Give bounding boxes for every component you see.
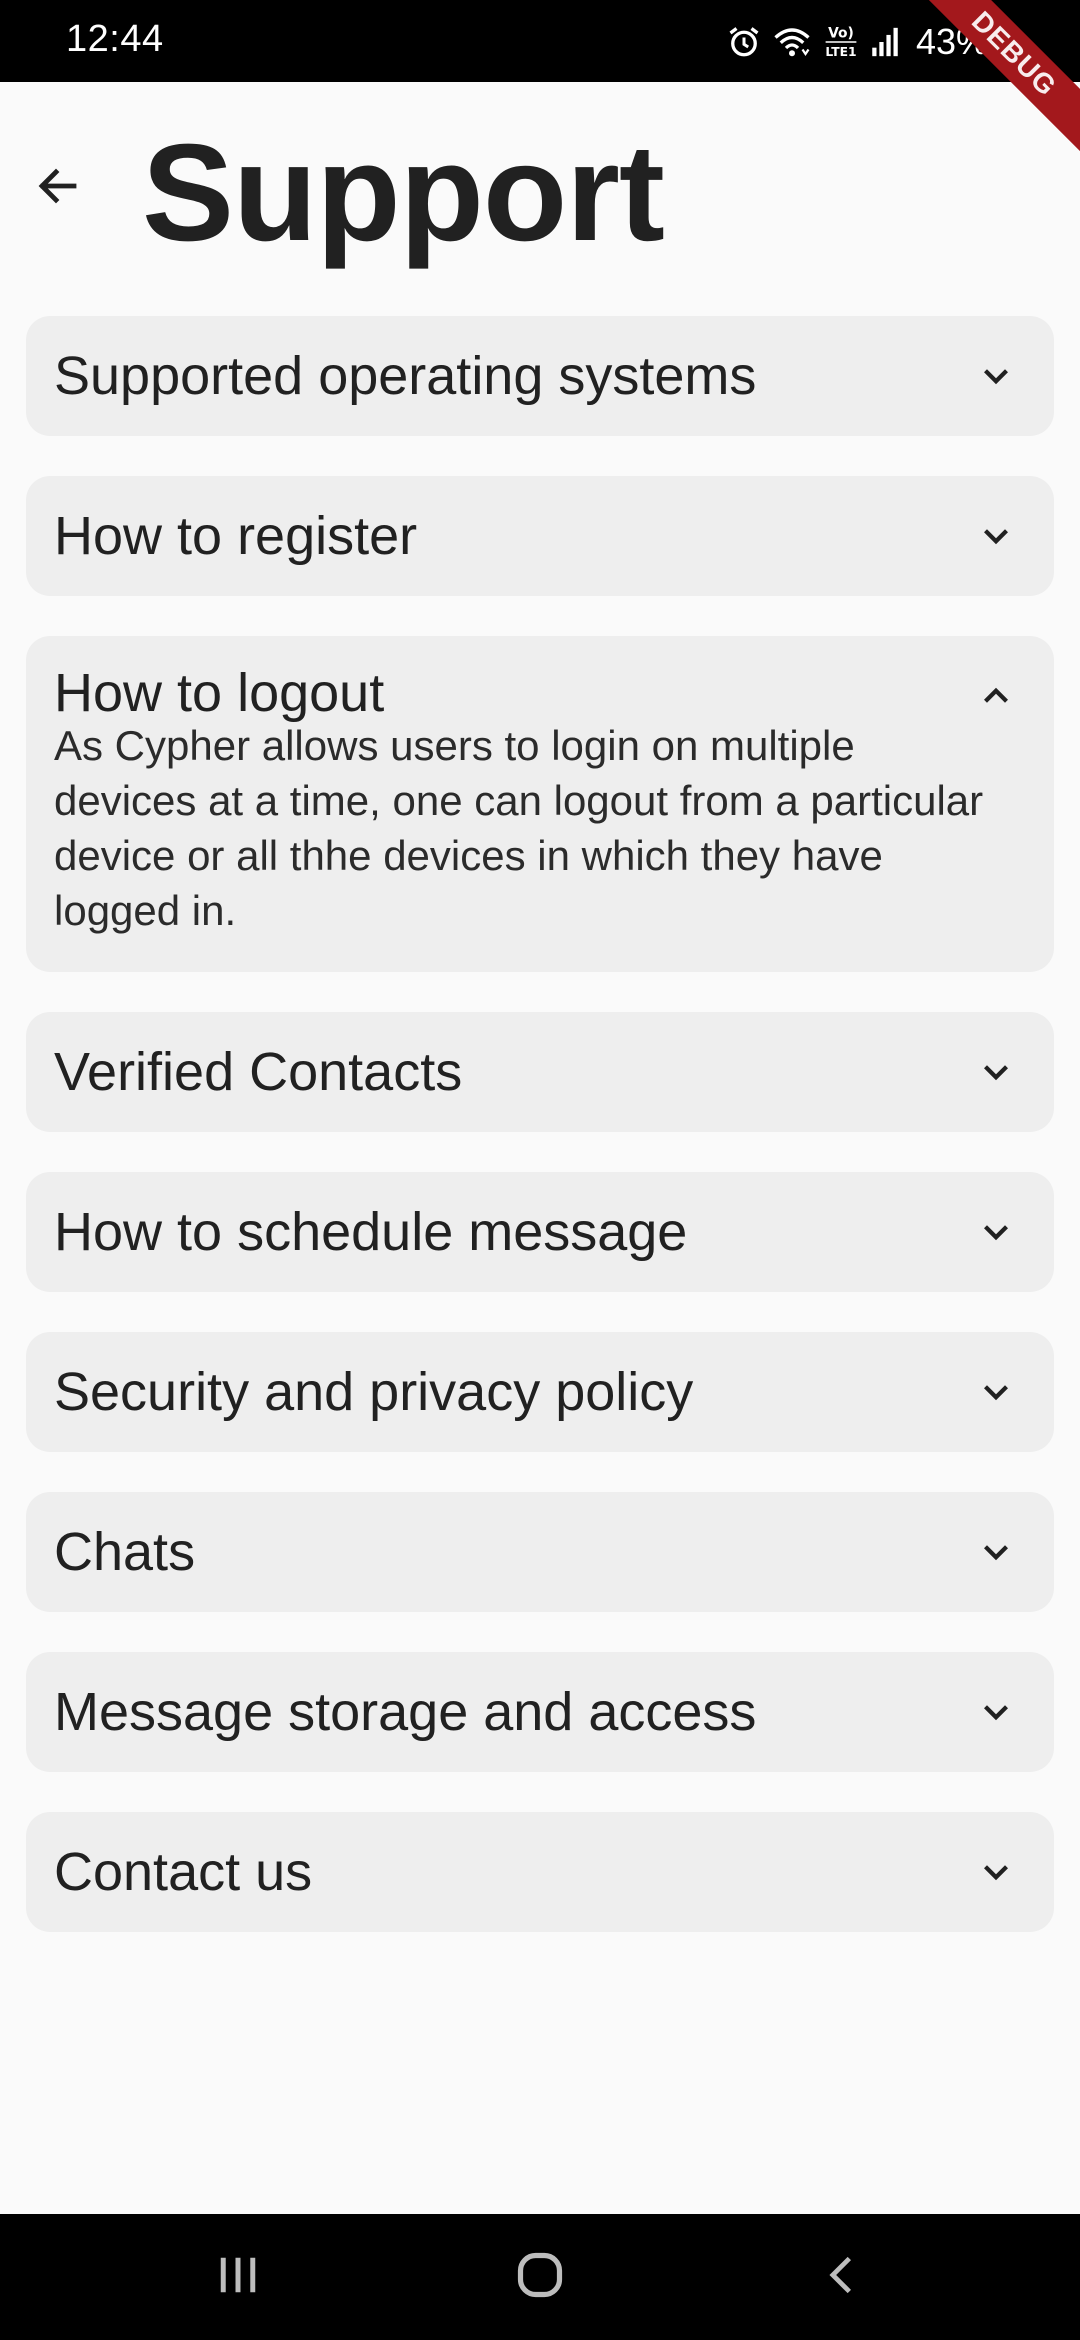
chevron-down-icon xyxy=(976,516,1016,556)
chevron-down-icon xyxy=(976,356,1016,396)
chevron-down-icon xyxy=(976,1052,1016,1092)
signal-icon xyxy=(870,25,900,59)
faq-header: Chats xyxy=(26,1492,1054,1612)
chevron-down-icon xyxy=(976,1212,1016,1252)
faq-header: How to schedule message xyxy=(26,1172,1054,1292)
faq-list: Supported operating systems How to regis… xyxy=(26,316,1054,1972)
home-icon xyxy=(514,2249,566,2306)
alarm-icon xyxy=(726,24,762,60)
faq-header: Verified Contacts xyxy=(26,1012,1054,1132)
recent-apps-button[interactable] xyxy=(198,2242,278,2312)
faq-item-contact-us[interactable]: Contact us xyxy=(26,1812,1054,1932)
chevron-down-icon xyxy=(976,1372,1016,1412)
faq-header: Contact us xyxy=(26,1812,1054,1932)
faq-title: How to logout xyxy=(54,663,385,723)
status-bar: 12:44 Vo) LTE1 43% xyxy=(0,0,1080,82)
back-icon xyxy=(820,2251,864,2304)
svg-text:LTE1: LTE1 xyxy=(825,45,856,59)
faq-body: As Cypher allows users to login on multi… xyxy=(54,722,984,934)
back-button[interactable] xyxy=(28,158,88,218)
svg-text:Vo): Vo) xyxy=(828,25,854,41)
volte-icon: Vo) LTE1 xyxy=(822,22,860,62)
faq-title: Supported operating systems xyxy=(54,346,757,406)
faq-header: Supported operating systems xyxy=(26,316,1054,436)
home-button[interactable] xyxy=(500,2242,580,2312)
support-screen: 12:44 Vo) LTE1 43% DEBUG Support Support… xyxy=(0,0,1080,2340)
chevron-down-icon xyxy=(976,1852,1016,1892)
faq-item-logout[interactable]: How to logout As Cypher allows users to … xyxy=(26,636,1054,972)
navigation-bar xyxy=(0,2214,1080,2340)
faq-title: How to register xyxy=(54,506,418,566)
faq-header: How to register xyxy=(26,476,1054,596)
recent-apps-icon xyxy=(213,2252,263,2303)
status-time: 12:44 xyxy=(66,18,164,60)
faq-title: Verified Contacts xyxy=(54,1042,463,1102)
faq-item-operating-systems[interactable]: Supported operating systems xyxy=(26,316,1054,436)
faq-header: Security and privacy policy xyxy=(26,1332,1054,1452)
faq-title: Message storage and access xyxy=(54,1682,757,1742)
faq-item-security-privacy[interactable]: Security and privacy policy xyxy=(26,1332,1054,1452)
chevron-up-icon xyxy=(976,676,1016,716)
faq-title: Chats xyxy=(54,1522,196,1582)
faq-header: Message storage and access xyxy=(26,1652,1054,1772)
chevron-down-icon xyxy=(976,1692,1016,1732)
header: Support xyxy=(0,82,1080,312)
page-title: Support xyxy=(142,116,665,270)
faq-item-verified-contacts[interactable]: Verified Contacts xyxy=(26,1012,1054,1132)
faq-header: How to logout xyxy=(26,636,1054,756)
faq-item-register[interactable]: How to register xyxy=(26,476,1054,596)
faq-title: Security and privacy policy xyxy=(54,1362,694,1422)
faq-title: How to schedule message xyxy=(54,1202,688,1262)
system-back-button[interactable] xyxy=(802,2242,882,2312)
faq-item-message-storage[interactable]: Message storage and access xyxy=(26,1652,1054,1772)
arrow-left-icon xyxy=(34,162,82,215)
faq-title: Contact us xyxy=(54,1842,313,1902)
faq-item-chats[interactable]: Chats xyxy=(26,1492,1054,1612)
faq-item-schedule-message[interactable]: How to schedule message xyxy=(26,1172,1054,1292)
wifi-icon xyxy=(772,24,812,60)
chevron-down-icon xyxy=(976,1532,1016,1572)
